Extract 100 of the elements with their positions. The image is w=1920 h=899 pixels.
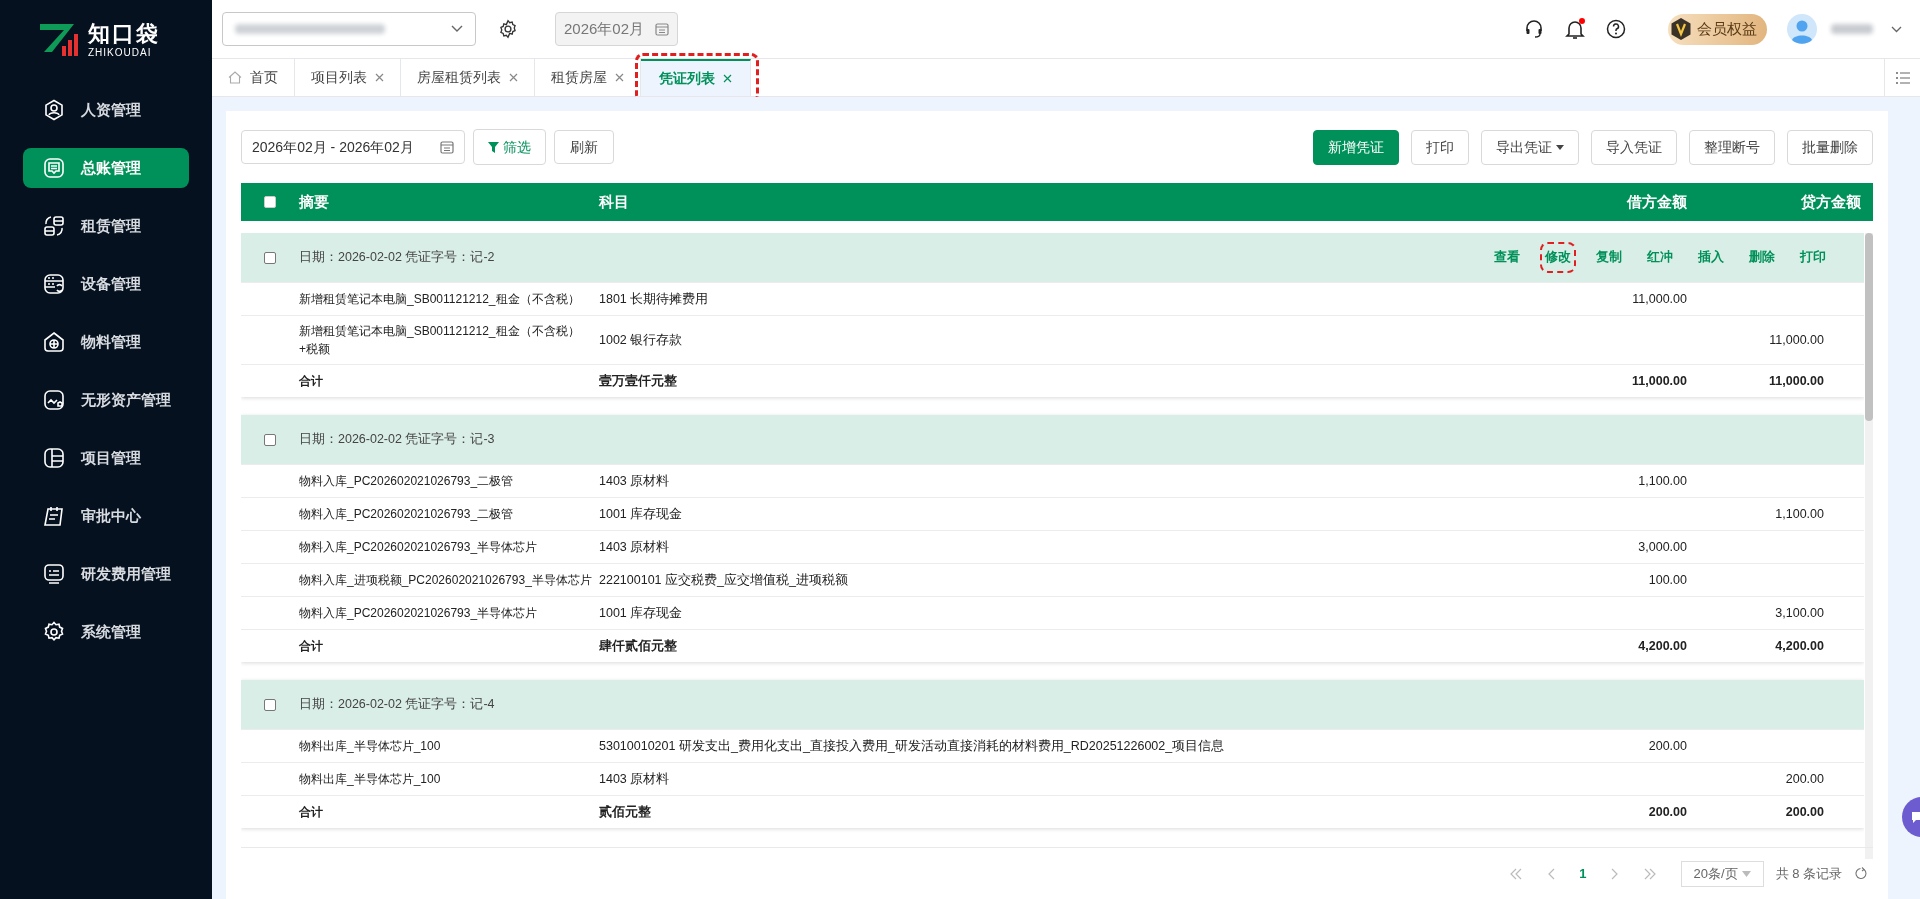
account-cell: 1801 长期待摊费用 xyxy=(599,291,709,306)
chevron-down-icon[interactable] xyxy=(1891,25,1902,33)
sidebar-item[interactable]: 人资管理 xyxy=(23,90,189,130)
refresh-icon[interactable] xyxy=(1854,867,1867,880)
debit-cell: 100.00 xyxy=(1648,572,1687,587)
account-cell: 贰佰元整 xyxy=(599,804,651,819)
tab[interactable]: 首页 xyxy=(212,59,295,96)
credit-cell: 11,000.00 xyxy=(1769,332,1824,347)
swap-icon xyxy=(43,215,65,237)
brand-subtitle: ZHIKOUDAI xyxy=(88,47,153,59)
debit-cell: 11,000.00 xyxy=(1632,373,1687,388)
column-header: 科目 xyxy=(599,191,630,212)
select-all-checkbox[interactable] xyxy=(264,196,276,208)
voucher-header-text: 日期：2026-02-02 凭证字号：记-3 xyxy=(299,431,495,449)
gear-icon xyxy=(43,621,65,643)
tab[interactable]: 房屋租赁列表 xyxy=(401,59,535,96)
logo-icon xyxy=(38,22,80,58)
account-cell: 壹万壹仟元整 xyxy=(599,373,677,388)
close-icon[interactable] xyxy=(615,73,624,82)
summary-cell: 物料入库_PC202602021026793_二极管 xyxy=(299,474,514,488)
scrollbar[interactable] xyxy=(1865,233,1873,859)
tab[interactable]: 项目列表 xyxy=(295,59,401,96)
account-cell: 222100101 应交税费_应交增值税_进项税额 xyxy=(599,572,848,587)
toolbar-button[interactable]: 整理断号 xyxy=(1689,129,1775,165)
credit-cell: 200.00 xyxy=(1785,771,1824,786)
sidebar-item[interactable]: 总账管理 xyxy=(23,148,189,188)
close-icon[interactable] xyxy=(723,74,732,83)
debit-cell: 11,000.00 xyxy=(1632,291,1687,306)
next-page-icon[interactable] xyxy=(1610,867,1619,880)
account-cell: 1403 原材料 xyxy=(599,473,670,488)
summary-cell: 新增租赁笔记本电脑_SB001121212_租金（不含税） xyxy=(299,292,580,306)
chart-icon xyxy=(43,389,65,411)
account-cell: 肆仟贰佰元整 xyxy=(599,638,677,653)
summary-cell: 合计 xyxy=(299,639,323,653)
summary-cell: 合计 xyxy=(299,374,323,388)
calendar-icon xyxy=(655,22,669,36)
add-voucher-button[interactable]: 新增凭证 xyxy=(1313,129,1399,165)
device-icon xyxy=(43,273,65,295)
v-badge-icon xyxy=(1670,17,1692,41)
avatar-icon[interactable] xyxy=(1787,14,1817,44)
account-cell: 1001 库存现金 xyxy=(599,605,683,620)
previous-page-icon[interactable] xyxy=(1547,867,1556,880)
sidebar-item[interactable]: 系统管理 xyxy=(23,612,189,652)
close-icon[interactable] xyxy=(375,73,384,82)
close-icon[interactable] xyxy=(509,73,518,82)
account-cell: 1403 原材料 xyxy=(599,771,670,786)
voucher-checkbox[interactable] xyxy=(264,698,276,711)
first-page-icon[interactable] xyxy=(1509,867,1524,880)
voucher-header-text: 日期：2026-02-02 凭证字号：记-2 xyxy=(299,249,495,267)
summary-cell: 物料入库_PC202602021026793_二极管 xyxy=(299,507,514,521)
page-number[interactable]: 1 xyxy=(1579,863,1587,884)
debit-cell: 1,100.00 xyxy=(1638,473,1687,488)
sidebar-item[interactable]: 物料管理 xyxy=(23,322,189,362)
help-icon[interactable] xyxy=(1606,19,1626,39)
last-page-icon[interactable] xyxy=(1642,867,1657,880)
chevron-down-icon xyxy=(451,25,463,33)
filter-button[interactable]: 筛选 xyxy=(473,129,546,165)
period-field[interactable]: 2026年02月 xyxy=(555,12,678,46)
account-cell: 1403 原材料 xyxy=(599,539,670,554)
column-header: 贷方金额 xyxy=(1800,191,1862,212)
monitor-icon xyxy=(43,563,65,585)
house-icon xyxy=(43,331,65,353)
voucher-header-text: 日期：2026-02-02 凭证字号：记-4 xyxy=(299,696,495,714)
sidebar-item[interactable]: 审批中心 xyxy=(23,496,189,536)
credit-cell: 3,100.00 xyxy=(1775,605,1824,620)
account-cell: 1002 银行存款 xyxy=(599,332,683,347)
summary-cell: 物料出库_半导体芯片_100 xyxy=(299,739,441,753)
summary-cell: 合计 xyxy=(299,805,323,819)
member-benefits-button[interactable]: 会员权益 xyxy=(1668,13,1767,45)
voucher-checkbox[interactable] xyxy=(264,251,276,264)
record-count: 共 8 条记录 xyxy=(1775,864,1842,883)
page-size-select[interactable]: 20条/页 xyxy=(1680,860,1764,887)
bell-icon[interactable] xyxy=(1565,18,1585,40)
date-range-field[interactable]: 2026年02月 - 2026年02月 xyxy=(241,130,465,164)
chat-bubble-icon[interactable] xyxy=(1902,797,1920,837)
caret-icon xyxy=(1741,870,1751,877)
credit-cell: 4,200.00 xyxy=(1775,638,1824,653)
sidebar-item[interactable]: 项目管理 xyxy=(23,438,189,478)
sidebar-item[interactable]: 研发费用管理 xyxy=(23,554,189,594)
list-menu-icon[interactable] xyxy=(1894,70,1911,85)
tab[interactable]: 凭证列表 xyxy=(641,59,751,96)
debit-cell: 4,200.00 xyxy=(1638,638,1687,653)
export-dropdown-button[interactable]: 导出凭证 xyxy=(1481,129,1579,165)
sidebar-item[interactable]: 无形资产管理 xyxy=(23,380,189,420)
toolbar-button[interactable]: 批量删除 xyxy=(1787,129,1873,165)
headset-icon[interactable] xyxy=(1524,19,1544,39)
settings-icon[interactable] xyxy=(498,19,518,39)
credit-cell: 11,000.00 xyxy=(1769,373,1824,388)
summary-cell: 新增租赁笔记本电脑_SB001121212_租金（不含税）+税额 xyxy=(299,324,580,356)
summary-cell: 物料入库_进项税额_PC202602021026793_半导体芯片 xyxy=(299,573,592,587)
toolbar-button[interactable]: 打印 xyxy=(1411,129,1469,165)
sidebar-item[interactable]: 租赁管理 xyxy=(23,206,189,246)
debit-cell: 3,000.00 xyxy=(1638,539,1687,554)
summary-cell: 物料入库_PC202602021026793_半导体芯片 xyxy=(299,540,538,554)
sidebar-item[interactable]: 设备管理 xyxy=(23,264,189,304)
voucher-checkbox[interactable] xyxy=(264,433,276,446)
toolbar-button[interactable]: 导入凭证 xyxy=(1591,129,1677,165)
summary-cell: 物料入库_PC202602021026793_半导体芯片 xyxy=(299,606,538,620)
account-cell: 53010010201 研发支出_费用化支出_直接投入费用_研发活动直接消耗的材料费用_RD20251226002_项目信息 xyxy=(599,738,1225,753)
refresh-button[interactable]: 刷新 xyxy=(554,130,614,164)
